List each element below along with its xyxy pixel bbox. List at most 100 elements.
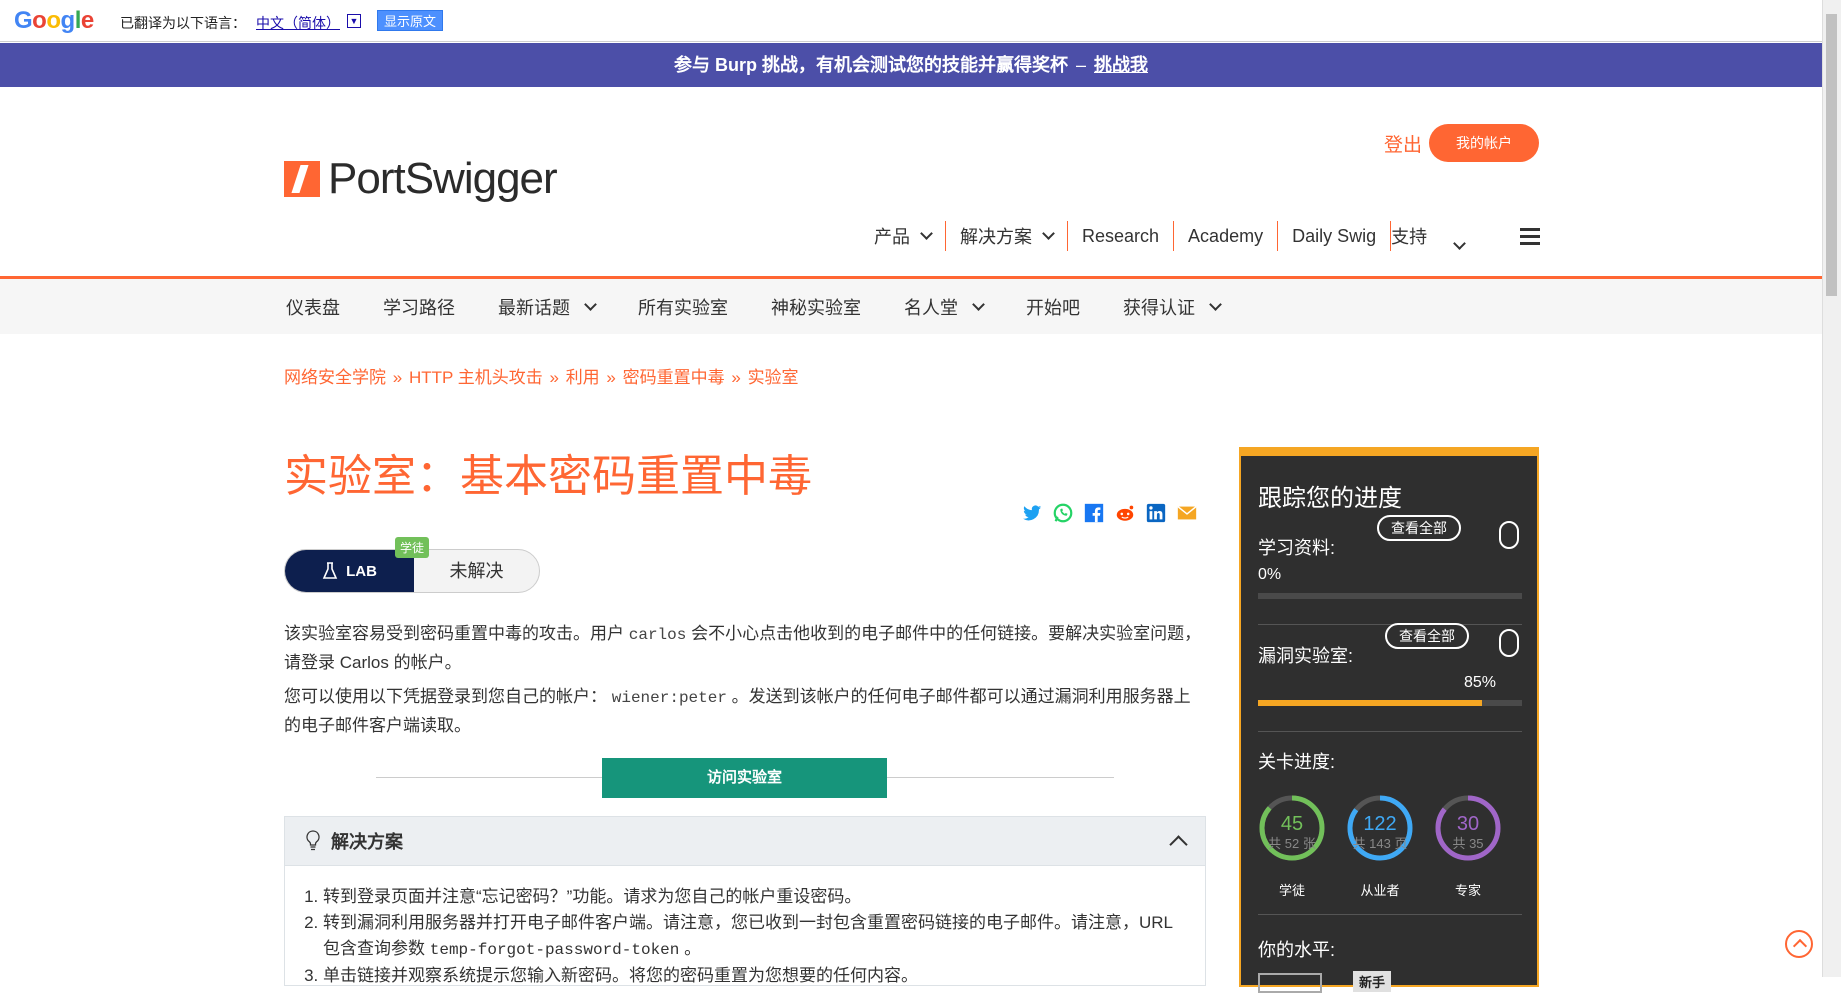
lab-label-text: LAB <box>346 562 377 580</box>
subnav-latest-topics[interactable]: 最新话题 <box>498 294 597 320</box>
level-name: 新手 <box>1353 971 1392 992</box>
nav-label: 解决方案 <box>960 227 1032 247</box>
subnav-learning-path[interactable]: 学习路径 <box>383 294 455 320</box>
chevron-down-icon <box>1209 297 1222 311</box>
vuln-labs-label: 漏洞实验室: <box>1258 646 1354 666</box>
chevron-up-icon[interactable] <box>1169 835 1188 854</box>
translate-bar: Google 已翻译为以下语言： 中文（简体） ▼ 显示原文 <box>0 0 1822 42</box>
ring-total: 共 35 <box>1452 836 1483 851</box>
your-level-label: 你的水平: <box>1258 940 1336 960</box>
solution-body: 转到登录页面并注意“忘记密码？”功能。请求为您自己的帐户重设密码。 转到漏洞利用… <box>284 866 1206 986</box>
ring-total: 共 52 张 <box>1268 836 1316 851</box>
breadcrumb-separator: » <box>606 368 616 387</box>
email-icon[interactable] <box>1175 502 1199 524</box>
vuln-progress-bar <box>1258 700 1522 706</box>
nav-daily-swig[interactable]: Daily Swig <box>1278 220 1390 252</box>
credentials-code: wiener:peter <box>611 689 727 707</box>
level-indicator <box>1258 973 1322 993</box>
solution-step: 转到登录页面并注意“忘记密码？”功能。请求为您自己的帐户重设密码。 <box>323 884 1183 910</box>
promo-dash: – <box>1075 55 1086 75</box>
academy-subnav: 仪表盘 学习路径 最新话题 所有实验室 神秘实验室 名人堂 开始吧 获得认证 <box>0 279 1822 334</box>
level-rings: 45共 52 张 122共 143 页 30共 35 <box>1259 795 1501 861</box>
chevron-down-icon <box>1042 227 1055 240</box>
subnav-mystery-lab[interactable]: 神秘实验室 <box>771 294 861 320</box>
top-nav: 产品 解决方案 Research Academy Daily Swig 支持 <box>860 220 1478 252</box>
divider <box>1258 731 1522 732</box>
access-lab-button[interactable]: 访问实验室 <box>602 758 887 798</box>
subnav-hall-of-fame[interactable]: 名人堂 <box>904 294 985 320</box>
nav-solutions[interactable]: 解决方案 <box>946 220 1067 252</box>
ring-value: 45 <box>1281 813 1303 835</box>
facebook-icon[interactable] <box>1082 502 1106 524</box>
linkedin-icon[interactable] <box>1144 502 1168 524</box>
chevron-down-icon <box>584 297 597 311</box>
chevron-down-icon[interactable]: ▼ <box>347 14 361 28</box>
subnav-dashboard[interactable]: 仪表盘 <box>286 294 340 320</box>
breadcrumb: 网络安全学院 » HTTP 主机头攻击 » 利用 » 密码重置中毒 » 实验室 <box>284 363 799 388</box>
progress-fill <box>1258 700 1483 706</box>
reddit-icon[interactable] <box>1113 502 1137 524</box>
promo-banner: 参与 Burp 挑战，有机会测试您的技能并赢得奖杯 – 挑战我 <box>0 43 1822 87</box>
language-select[interactable]: 中文（简体） <box>256 13 340 33</box>
breadcrumb-item[interactable]: 利用 <box>566 368 600 387</box>
promo-text: 参与 Burp 挑战，有机会测试您的技能并赢得奖杯 <box>673 55 1068 75</box>
share-bar <box>1020 502 1206 524</box>
page-title: 实验室：基本密码重置中毒 <box>284 452 812 501</box>
breadcrumb-separator: » <box>549 368 559 387</box>
my-account-button[interactable]: 我的帐户 <box>1429 124 1539 162</box>
nav-label: Research <box>1082 225 1160 246</box>
flask-icon <box>322 562 338 579</box>
logo-mark-icon <box>284 161 320 197</box>
logout-link[interactable]: 登出 <box>1384 130 1422 157</box>
breadcrumb-separator: » <box>731 368 741 387</box>
chevron-down-icon <box>920 227 933 240</box>
breadcrumb-item[interactable]: 密码重置中毒 <box>623 368 725 387</box>
nav-label: 支持 <box>1391 227 1428 247</box>
lab-credentials: 您可以使用以下凭据登录到您自己的帐户： wiener:peter 。发送到该帐户… <box>284 687 1191 735</box>
menu-icon[interactable] <box>1520 228 1540 249</box>
breadcrumb-item[interactable]: HTTP 主机头攻击 <box>409 368 543 387</box>
whatsapp-icon[interactable] <box>1051 502 1075 524</box>
view-all-labs-button[interactable]: 查看全部 <box>1385 623 1469 649</box>
lab-status-pill: LAB 未解决 学徒 <box>284 537 540 593</box>
breadcrumb-item[interactable]: 网络安全学院 <box>284 368 386 387</box>
solution-step: 单击链接并观察系统提示您输入新密码。将您的密码重置为您想要的任何内容。 <box>323 963 1183 989</box>
lab-status: 未解决 <box>449 561 504 581</box>
nav-label: Daily Swig <box>1292 225 1377 246</box>
breadcrumb-item[interactable]: 实验室 <box>748 368 799 387</box>
chevron-down-icon <box>1453 236 1466 250</box>
subnav-get-started[interactable]: 开始吧 <box>1026 294 1080 320</box>
lab-description: 该实验室容易受到密码重置中毒的攻击。用户 carlos 会不小心点击他收到的电子… <box>284 624 1202 672</box>
solution-title: 解决方案 <box>331 832 403 852</box>
portswigger-logo[interactable]: PortSwigger <box>284 154 558 204</box>
ring-label: 从业者 <box>1360 883 1400 898</box>
view-all-learning-button[interactable]: 查看全部 <box>1377 515 1461 541</box>
nav-support[interactable]: 支持 <box>1391 220 1478 252</box>
nav-research[interactable]: Research <box>1068 220 1173 252</box>
show-original-button[interactable]: 显示原文 <box>377 10 444 31</box>
subnav-get-certified[interactable]: 获得认证 <box>1123 294 1222 320</box>
toggle-oval[interactable] <box>1499 521 1519 549</box>
nav-products[interactable]: 产品 <box>860 220 945 252</box>
subnav-all-labs[interactable]: 所有实验室 <box>638 294 728 320</box>
toggle-oval[interactable] <box>1499 629 1519 657</box>
promo-link[interactable]: 挑战我 <box>1094 55 1148 75</box>
ring-value: 30 <box>1457 813 1479 835</box>
ring-total: 共 143 页 <box>1353 836 1408 851</box>
ring-label: 专家 <box>1454 883 1481 898</box>
progress-sidebar: 跟踪您的进度 学习资料: 查看全部 0% 漏洞实验室: 查看全部 85% 关卡进… <box>1239 447 1539 993</box>
chevron-down-icon <box>972 297 985 311</box>
scroll-to-top-icon[interactable] <box>1785 930 1813 958</box>
learning-progress-bar <box>1258 593 1522 599</box>
solution-step: 转到漏洞利用服务器并打开电子邮件客户端。请注意，您已收到一封包含重置密码链接的电… <box>323 910 1183 963</box>
divider <box>1258 914 1522 915</box>
nav-academy[interactable]: Academy <box>1174 220 1277 252</box>
breadcrumb-separator: » <box>392 368 403 387</box>
solution-header[interactable]: 解决方案 <box>284 816 1206 866</box>
nav-label: Academy <box>1188 225 1264 246</box>
nav-label: 产品 <box>874 227 910 247</box>
token-code: temp-forgot-password-token <box>429 941 680 959</box>
twitter-icon[interactable] <box>1020 502 1044 524</box>
scrollbar-thumb[interactable] <box>1826 14 1837 296</box>
logo-text: PortSwigger <box>328 154 558 203</box>
